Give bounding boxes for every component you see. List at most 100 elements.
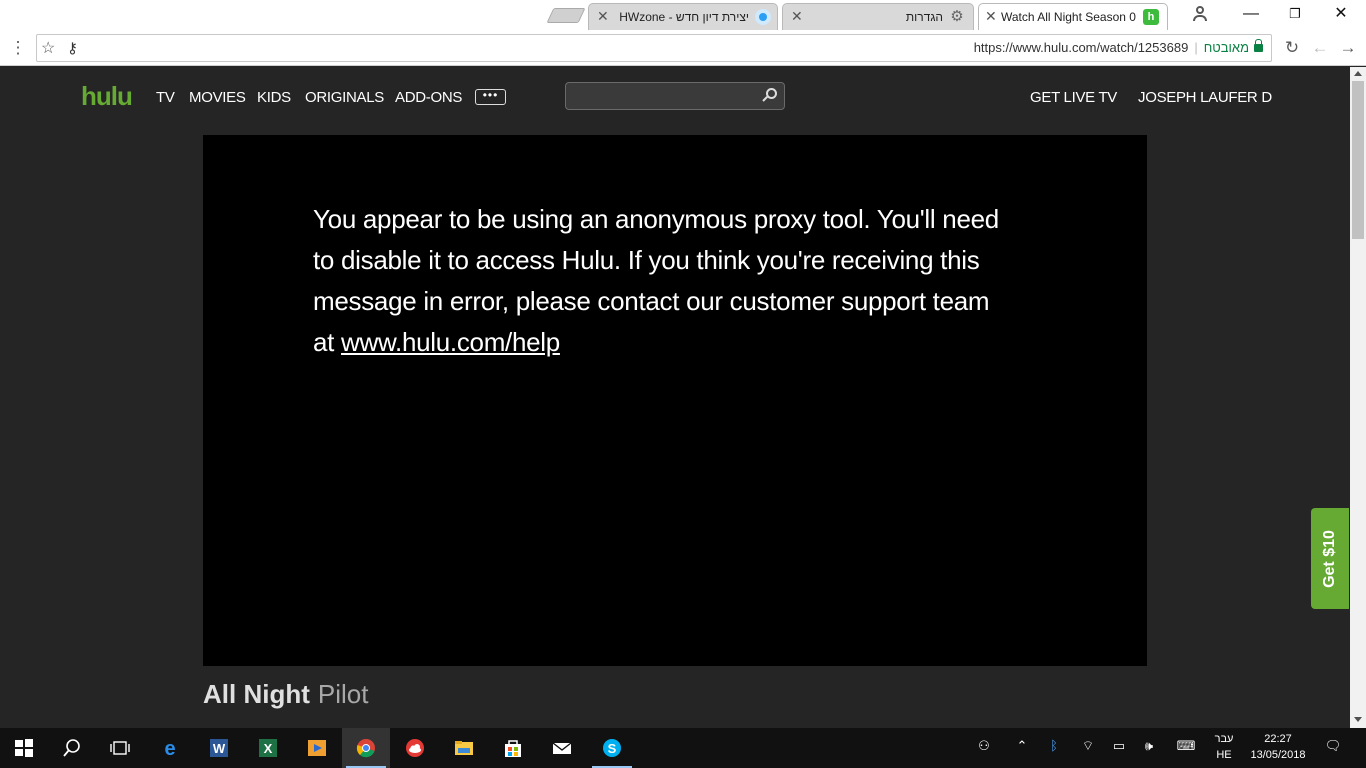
tab-hwzone[interactable]: ✕ יצירת דיון חדש - HWzone <box>588 3 778 30</box>
chrome-icon <box>356 739 375 758</box>
search-icon[interactable] <box>762 88 778 104</box>
tab-title: Watch All Night Season 0 <box>1001 10 1136 24</box>
secure-label: מאובטח <box>1203 40 1249 55</box>
show-title: All Night Pilot <box>203 679 368 710</box>
edge-icon: e <box>164 738 175 758</box>
video-player[interactable]: You appear to be using an anonymous prox… <box>203 135 1147 666</box>
menu-kebab-icon[interactable]: ⋮ <box>8 38 28 58</box>
volume-icon[interactable]: 🕪 <box>1138 738 1160 758</box>
get-10-promo-button[interactable]: Get $10 <box>1311 508 1349 609</box>
url-text: https://www.hulu.com/watch/1253689 <box>973 40 1189 55</box>
folder-icon <box>455 741 473 755</box>
hulu-logo[interactable]: hulu <box>81 81 133 112</box>
tab-settings[interactable]: ✕ הגדרות ⚙ <box>782 3 974 30</box>
show-hidden-icons-chevron-icon[interactable]: ⌃ <box>1012 738 1032 758</box>
get-live-tv-link[interactable]: GET LIVE TV <box>1030 89 1117 106</box>
taskbar-file-explorer[interactable] <box>440 728 488 768</box>
svg-text:W: W <box>213 741 226 756</box>
taskbar-excel[interactable]: X <box>244 728 292 768</box>
address-bar[interactable]: ☆ ⚷ https://www.hulu.com/watch/1253689 | מ… <box>36 34 1272 62</box>
search-input[interactable] <box>572 86 752 106</box>
action-center-icon[interactable]: 🗨 <box>1322 738 1344 758</box>
taskbar-store[interactable] <box>489 728 537 768</box>
url-separator: | <box>1194 40 1198 55</box>
new-tab-button[interactable] <box>546 8 586 23</box>
scroll-down-arrow-icon[interactable] <box>1354 717 1362 722</box>
close-tab-icon[interactable]: ✕ <box>791 8 803 25</box>
hulu-header: hulu TV MOVIES KIDS ORIGINALS ADD-ONS ••… <box>0 67 1350 127</box>
page-scrollbar[interactable] <box>1350 67 1366 728</box>
taskbar-edge[interactable]: e <box>146 728 194 768</box>
tab-hulu-active[interactable]: ✕ Watch All Night Season 0 h <box>978 3 1168 30</box>
profile-icon[interactable] <box>1192 5 1208 21</box>
tab-title: יצירת דיון חדש - HWzone <box>619 10 749 24</box>
back-arrow-icon[interactable]: → <box>1338 38 1358 58</box>
excel-icon: X <box>259 739 277 757</box>
input-language-indicator[interactable]: עבר HE <box>1208 731 1240 763</box>
windows-taskbar: e W X S ⚇ ⌃ ᛒ ⌔ ▭ 🕪 ⌨ עבר HE 22:27 13/05… <box>0 728 1366 768</box>
lock-icon <box>1254 39 1263 52</box>
help-link[interactable]: www.hulu.com/help <box>341 327 560 357</box>
url-display[interactable]: https://www.hulu.com/watch/1253689 | מאובט… <box>973 39 1263 55</box>
bookmark-star-icon[interactable]: ☆ <box>41 38 55 58</box>
skype-icon: S <box>603 739 621 757</box>
tab-title: הגדרות <box>905 10 943 24</box>
more-menu-button[interactable]: ••• <box>475 89 506 105</box>
touch-keyboard-icon[interactable]: ⌨ <box>1172 738 1200 758</box>
battery-icon[interactable]: ▭ <box>1108 738 1130 758</box>
taskbar-skype[interactable]: S <box>588 728 636 768</box>
people-icon[interactable]: ⚇ <box>972 738 996 758</box>
search-button[interactable] <box>48 728 96 768</box>
proxy-error-message: You appear to be using an anonymous prox… <box>313 199 1013 363</box>
task-view-icon <box>110 741 130 755</box>
nav-kids[interactable]: KIDS <box>257 89 291 106</box>
bluetooth-icon[interactable]: ᛒ <box>1044 738 1064 758</box>
taskbar-clock[interactable]: 22:27 13/05/2018 <box>1244 731 1312 763</box>
close-window-icon[interactable]: ✕ <box>1318 2 1364 28</box>
hwzone-favicon-icon <box>755 9 771 25</box>
wifi-icon[interactable]: ⌔ <box>1078 738 1098 758</box>
taskbar-mail[interactable] <box>538 728 586 768</box>
language-bottom: HE <box>1216 749 1232 761</box>
browser-tab-strip: ✕ יצירת דיון חדש - HWzone ✕ הגדרות ⚙ ✕ W… <box>0 0 1366 30</box>
nav-add-ons[interactable]: ADD-ONS <box>395 89 462 106</box>
clock-time: 22:27 <box>1264 733 1292 745</box>
media-player-icon <box>308 740 326 756</box>
scroll-up-arrow-icon[interactable] <box>1354 71 1362 76</box>
taskbar-chrome[interactable] <box>342 728 390 768</box>
search-icon <box>63 739 80 757</box>
reload-icon[interactable]: ↻ <box>1282 38 1302 58</box>
close-tab-icon[interactable]: ✕ <box>597 8 609 25</box>
user-account-menu[interactable]: JOSEPH LAUFER D <box>1138 89 1272 106</box>
key-icon[interactable]: ⚷ <box>67 39 78 57</box>
svg-text:S: S <box>608 741 617 756</box>
show-name: All Night <box>203 679 310 709</box>
nav-originals[interactable]: ORIGINALS <box>305 89 384 106</box>
episode-name: Pilot <box>317 679 369 709</box>
taskbar-media-player[interactable] <box>293 728 341 768</box>
promo-label: Get $10 <box>1321 529 1338 588</box>
close-tab-icon[interactable]: ✕ <box>985 8 997 25</box>
taskbar-cloud-app[interactable] <box>391 728 439 768</box>
scroll-thumb[interactable] <box>1352 81 1364 239</box>
minimize-icon[interactable]: — <box>1228 2 1274 28</box>
mail-icon <box>552 742 572 754</box>
start-button[interactable] <box>0 728 48 768</box>
restore-icon[interactable]: ❐ <box>1272 2 1318 28</box>
svg-text:X: X <box>264 741 273 756</box>
taskbar-word[interactable]: W <box>195 728 243 768</box>
clock-date: 13/05/2018 <box>1250 749 1306 761</box>
browser-toolbar: ⋮ ☆ ⚷ https://www.hulu.com/watch/1253689… <box>0 30 1366 66</box>
search-box <box>565 82 785 110</box>
nav-movies[interactable]: MOVIES <box>189 89 246 106</box>
forward-arrow-icon[interactable]: ← <box>1310 38 1330 58</box>
task-view-button[interactable] <box>96 728 144 768</box>
gear-icon: ⚙ <box>950 8 964 25</box>
hulu-page: hulu TV MOVIES KIDS ORIGINALS ADD-ONS ••… <box>0 67 1350 728</box>
windows-logo-icon <box>15 739 33 757</box>
nav-tv[interactable]: TV <box>156 89 175 106</box>
cloud-icon <box>406 739 424 757</box>
store-bag-icon <box>505 740 521 757</box>
hulu-favicon-icon: h <box>1143 9 1159 25</box>
language-top: עבר <box>1214 733 1234 745</box>
